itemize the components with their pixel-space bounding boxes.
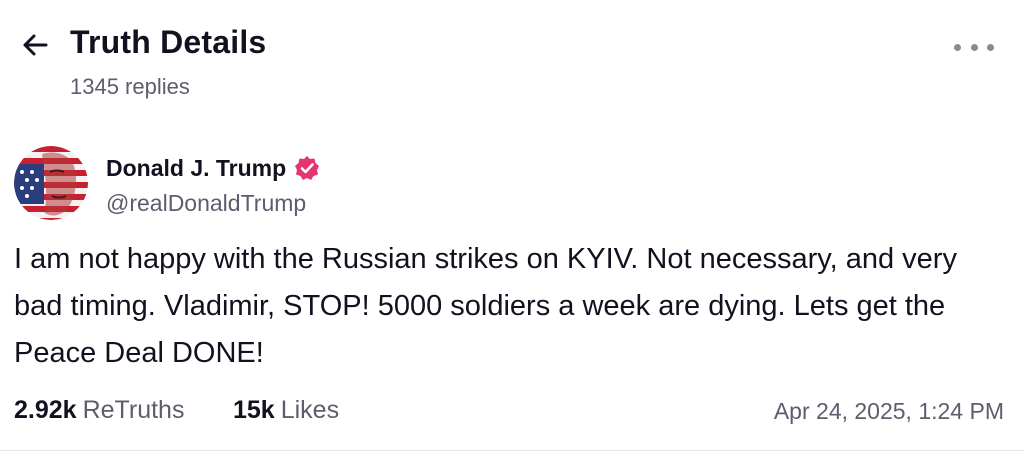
likes-count: 15k: [233, 396, 275, 424]
back-button[interactable]: [18, 28, 52, 62]
author-handle[interactable]: @realDonaldTrump: [106, 190, 306, 217]
avatar[interactable]: [14, 146, 88, 220]
reply-count: 1345 replies: [70, 74, 190, 99]
more-horizontal-icon: [954, 43, 961, 51]
page-title: Truth Details: [70, 24, 267, 60]
post-text: I am not happy with the Russian strikes …: [14, 243, 957, 369]
page-header: Truth Details 1345 replies: [18, 22, 1008, 102]
likes-stat[interactable]: 15k Likes: [233, 396, 339, 425]
likes-label: Likes: [280, 396, 340, 424]
more-options-button[interactable]: [954, 40, 994, 54]
more-dot: [970, 43, 978, 51]
retruths-count: 2.92k: [14, 396, 77, 424]
avatar-image: [14, 146, 88, 220]
more-dot: [987, 43, 994, 51]
author-name-row[interactable]: Donald J. Trump: [106, 150, 320, 186]
author-name: Donald J. Trump: [106, 154, 287, 181]
retruths-label: ReTruths: [82, 396, 185, 424]
verified-badge-icon: [294, 155, 320, 181]
post-timestamp: Apr 24, 2025, 1:24 PM: [773, 398, 1004, 424]
arrow-left-icon: [23, 34, 48, 56]
retruths-stat[interactable]: 2.92k ReTruths: [14, 396, 184, 425]
post-stats: 2.92k ReTruths 15k Likes Apr 24, 2025, 1:2…: [14, 396, 1004, 432]
